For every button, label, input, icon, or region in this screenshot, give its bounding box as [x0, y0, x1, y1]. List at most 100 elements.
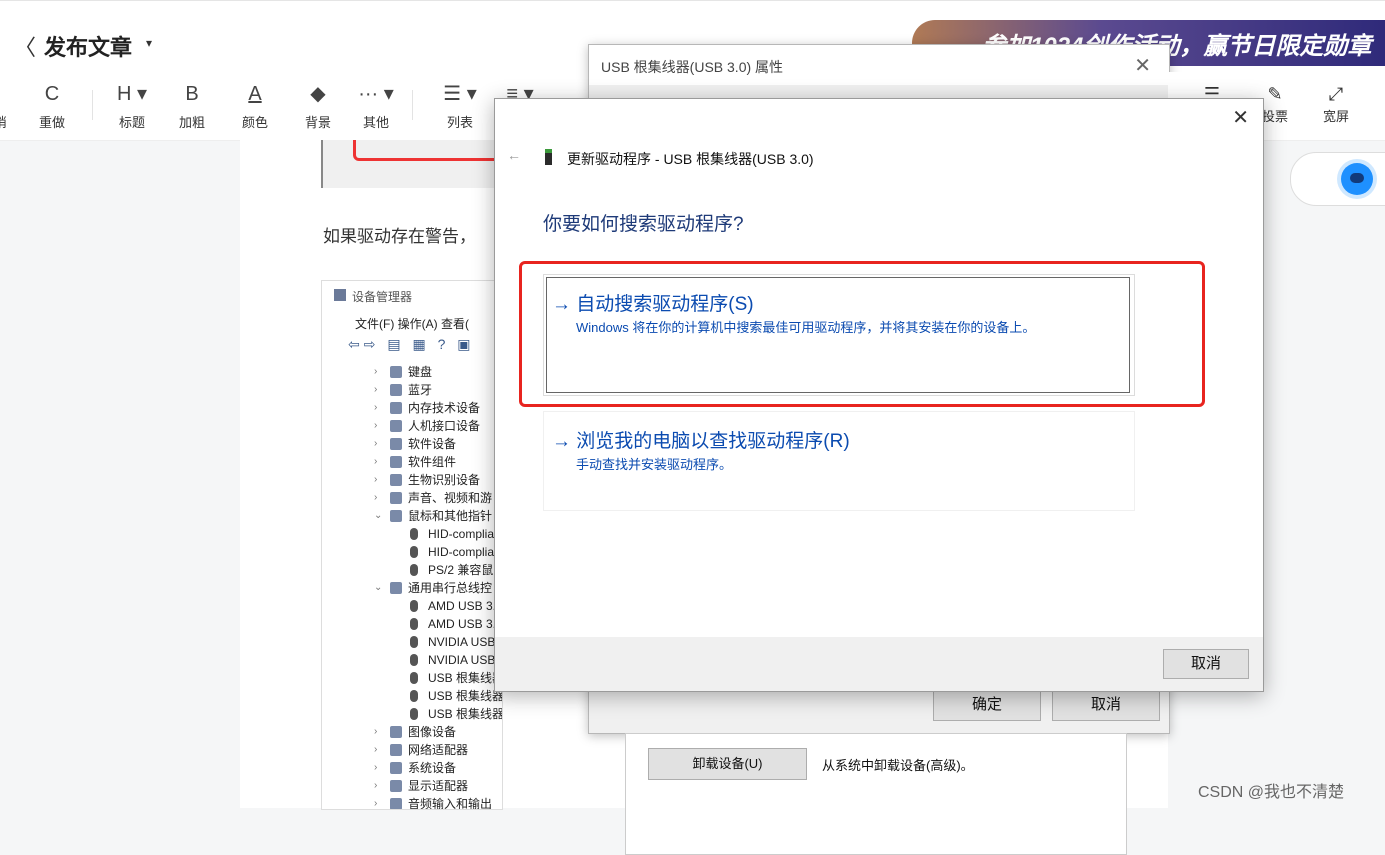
device-icon: [390, 438, 402, 450]
tree-item-label: 网络适配器: [408, 743, 469, 757]
tree-item[interactable]: USB 根集线器(USB 3.0): [346, 687, 503, 705]
device-icon: [390, 420, 402, 432]
tree-item-label: 软件设备: [408, 437, 457, 451]
tree-item[interactable]: AMD USB 3.: [346, 615, 502, 633]
close-icon[interactable]: ✕: [1134, 53, 1151, 78]
browse-option[interactable]: → 浏览我的电脑以查找驱动程序(R) 手动查找并安装驱动程序。: [543, 411, 1135, 511]
cancel-button[interactable]: 取消: [1163, 649, 1249, 679]
expander-icon[interactable]: ›: [374, 489, 384, 507]
expander-icon[interactable]: ›: [374, 777, 384, 795]
tree-item[interactable]: › 网络适配器: [346, 741, 502, 759]
expander-icon[interactable]: ›: [374, 381, 384, 399]
tree-item-label: 显示适配器: [408, 779, 469, 793]
expander-icon[interactable]: ›: [374, 363, 384, 381]
tree-item-label: NVIDIA USB: [428, 653, 496, 667]
tree-item[interactable]: PS/2 兼容鼠: [346, 561, 502, 579]
toolbar-color[interactable]: A 颜色: [225, 80, 285, 131]
tree-item-label: 生物识别设备: [408, 473, 481, 487]
wizard-footer: 取消: [495, 637, 1263, 691]
tree-item[interactable]: › 蓝牙: [346, 381, 502, 399]
tree-item[interactable]: › 键盘: [346, 363, 502, 381]
cancel-button[interactable]: 取消: [1052, 689, 1160, 721]
tree-item[interactable]: HID-complia: [346, 525, 502, 543]
expander-icon[interactable]: ›: [374, 741, 384, 759]
tree-item[interactable]: NVIDIA USB: [346, 651, 502, 669]
device-icon: [390, 366, 402, 378]
tree-item-label: USB 根集线器: [428, 671, 503, 685]
expander-icon[interactable]: ⌄: [374, 579, 384, 597]
assistant-widget[interactable]: [1290, 152, 1385, 206]
expander-icon[interactable]: ›: [374, 471, 384, 489]
tree-item[interactable]: › 软件设备: [346, 435, 502, 453]
tree-item-label: 声音、视频和游: [408, 491, 493, 505]
tree-item[interactable]: › 人机接口设备: [346, 417, 502, 435]
ok-button[interactable]: 确定: [933, 689, 1041, 721]
tree-item-label: USB 根集线器(USB 3.0): [428, 689, 503, 703]
previous-highlight-box: [353, 140, 504, 161]
tree-item[interactable]: › 图像设备: [346, 723, 502, 741]
tree-item-label: 软件组件: [408, 455, 457, 469]
toolbar-list[interactable]: ☰ ▾ 列表: [430, 80, 490, 131]
chevron-down-icon[interactable]: ▾: [146, 36, 152, 50]
expander-icon[interactable]: ›: [374, 723, 384, 741]
expander-icon[interactable]: ›: [374, 759, 384, 777]
tree-item-label: HID-complia: [428, 527, 495, 541]
tree-item[interactable]: › 软件组件: [346, 453, 502, 471]
device-icon: [390, 510, 402, 522]
device-icon: [410, 672, 418, 684]
tree-item[interactable]: › 声音、视频和游: [346, 489, 502, 507]
toolbar-heading[interactable]: H ▾ 标题: [102, 80, 162, 131]
tree-item[interactable]: › 显示适配器: [346, 777, 502, 795]
device-icon: [410, 600, 418, 612]
tree-item-label: NVIDIA USB: [428, 635, 496, 649]
tree-item[interactable]: ⌄ 通用串行总线控: [346, 579, 502, 597]
device-icon: [410, 708, 418, 720]
wizard-title: 更新驱动程序 - USB 根集线器(USB 3.0): [567, 151, 814, 167]
device-icon: [390, 798, 402, 809]
expander-icon[interactable]: ›: [374, 399, 384, 417]
device-icon: [390, 456, 402, 468]
tree-item[interactable]: HID-complia: [346, 543, 502, 561]
tree-item[interactable]: › 内存技术设备: [346, 399, 502, 417]
toolbar-label: 列表: [446, 115, 473, 130]
assistant-icon: [1341, 163, 1373, 195]
device-manager-icon: [334, 289, 346, 301]
tree-item[interactable]: AMD USB 3.: [346, 597, 502, 615]
toolbar-other[interactable]: ··· ▾ 其他: [346, 80, 406, 131]
close-icon[interactable]: ✕: [1232, 105, 1249, 130]
device-tree: › 键盘 › 蓝牙 › 内存技术设备 › 人机接口设备 › 软件设备 › 软件组件 › 生物识别设备 › 声音…: [346, 363, 503, 809]
expand-icon: ⤢: [1328, 84, 1344, 104]
tree-item-label: USB 根集线器(USB 3.0): [428, 707, 503, 721]
toolbar-bold[interactable]: B 加粗: [162, 80, 222, 131]
properties-titlebar: USB 根集线器(USB 3.0) 属性 ✕: [589, 45, 1169, 85]
toolbar-wide[interactable]: ⤢ 宽屏: [1306, 82, 1366, 125]
uninstall-device-button[interactable]: 卸载设备(U): [648, 748, 807, 780]
page-title: 发布文章: [44, 35, 133, 60]
tree-item[interactable]: › 生物识别设备: [346, 471, 502, 489]
device-icon: [390, 582, 402, 594]
device-icon: [390, 474, 402, 486]
tree-item-label: 图像设备: [408, 725, 457, 739]
toolbar-label: 加粗: [178, 115, 205, 130]
expander-icon[interactable]: ⌄: [374, 507, 384, 525]
tree-item[interactable]: ⌄ 鼠标和其他指针: [346, 507, 502, 525]
tree-item[interactable]: NVIDIA USB: [346, 633, 502, 651]
toolbar-divider: [412, 90, 413, 120]
device-manager-screenshot: 设备管理器 文件(F) 操作(A) 查看( ⇦⇨ ▤ ▦ ? ▣ › 键盘 › 蓝牙 ›…: [321, 280, 503, 810]
device-manager-menu: 文件(F) 操作(A) 查看(: [355, 317, 469, 331]
tree-item-label: AMD USB 3.: [428, 617, 497, 631]
expander-icon[interactable]: ›: [374, 417, 384, 435]
toolbar-redo[interactable]: C 重做: [22, 80, 82, 131]
tree-item[interactable]: USB 根集线器: [346, 669, 503, 687]
back-button[interactable]: 〈: [14, 30, 36, 62]
toolbar-label: 背景: [304, 115, 331, 130]
tree-item[interactable]: USB 根集线器(USB 3.0): [346, 705, 503, 723]
tree-item-label: HID-complia: [428, 545, 495, 559]
expander-icon[interactable]: ›: [374, 453, 384, 471]
tree-item[interactable]: › 系统设备: [346, 759, 502, 777]
device-manager-title: 设备管理器: [352, 290, 413, 304]
tree-item-label: 鼠标和其他指针: [408, 509, 493, 523]
expander-icon[interactable]: ›: [374, 435, 384, 453]
toolbar-background[interactable]: ◆ 背景: [288, 80, 348, 131]
back-arrow-icon[interactable]: ←: [507, 147, 521, 163]
